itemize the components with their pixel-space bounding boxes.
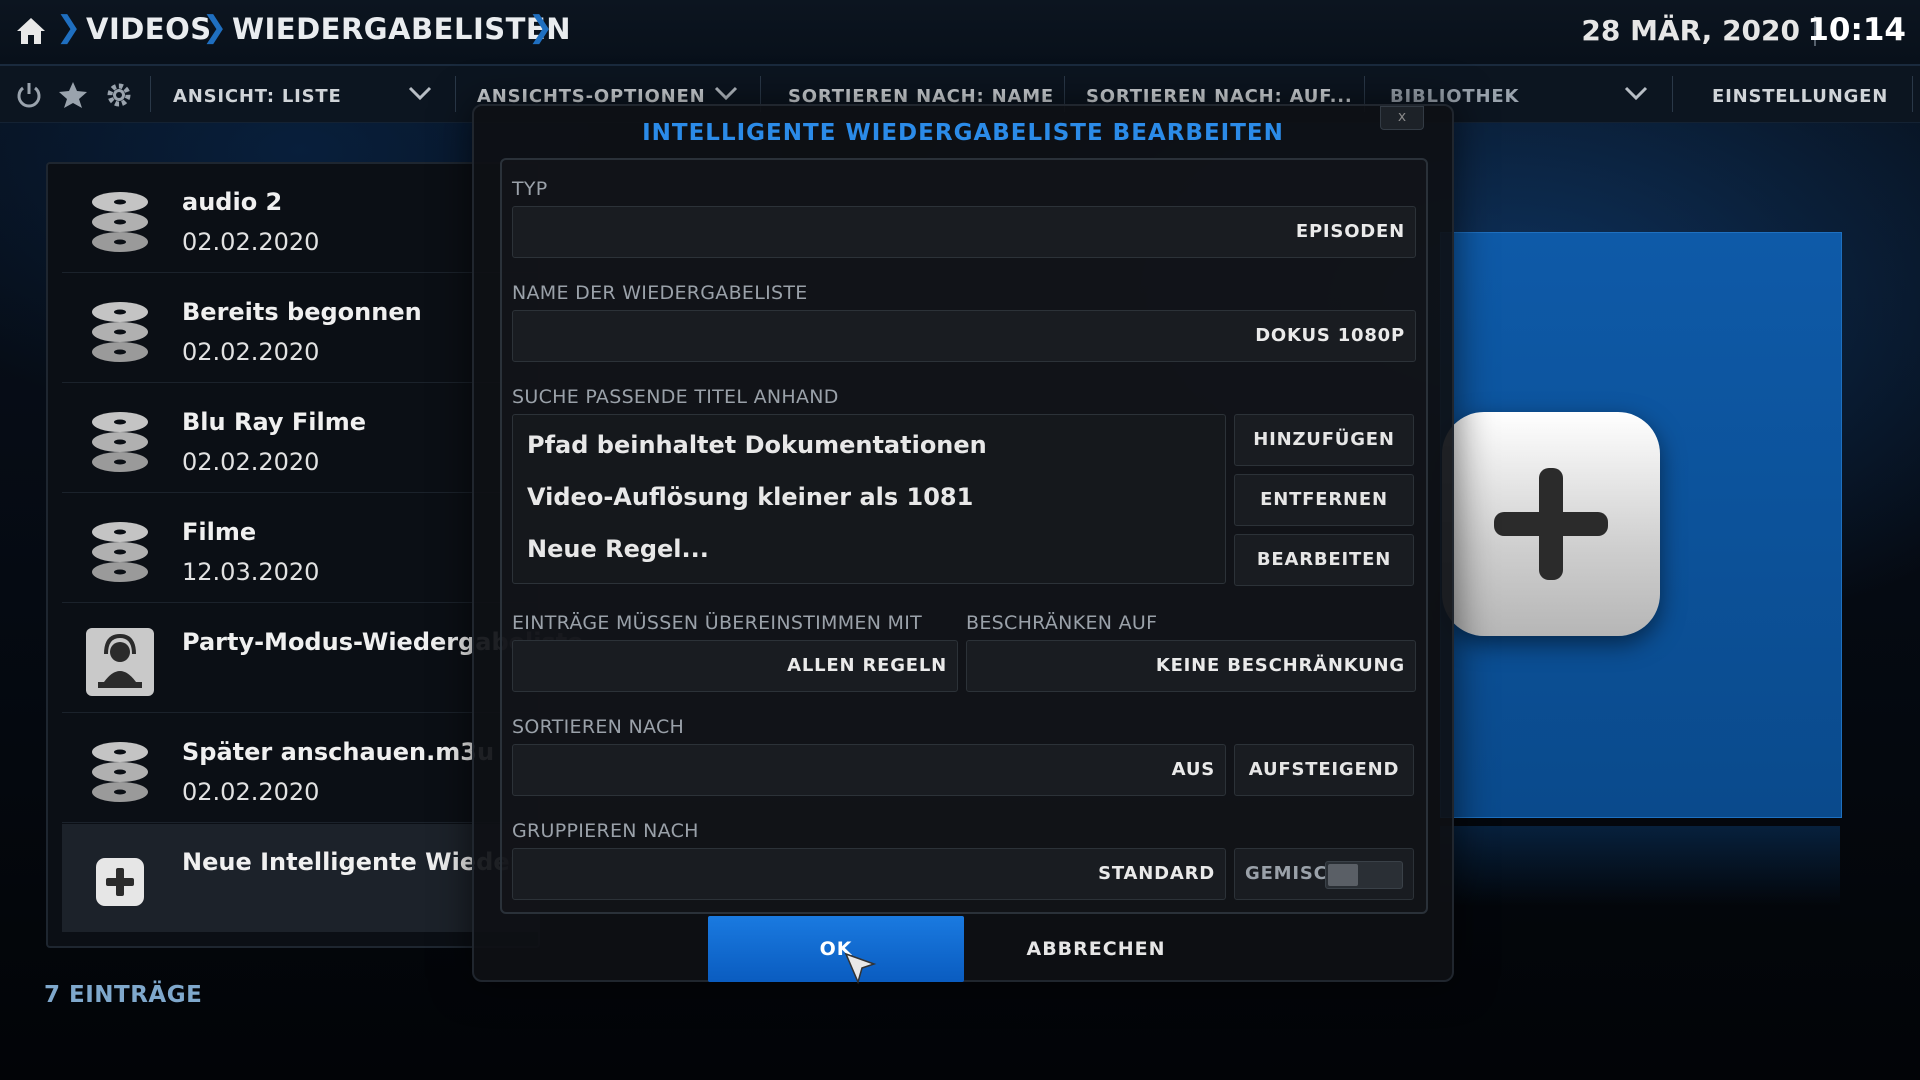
party-dj-icon — [86, 628, 154, 696]
limit-label: BESCHRÄNKEN AUF — [966, 612, 1158, 634]
list-item[interactable]: audio 2 02.02.2020 — [62, 164, 538, 273]
preview-reflection — [1440, 826, 1840, 906]
view-mode-button[interactable]: ANSICHT: LISTE — [173, 86, 342, 107]
toggle-switch[interactable] — [1325, 861, 1403, 889]
toolbar-divider — [455, 76, 456, 112]
add-rule-button[interactable]: HINZUFÜGEN — [1234, 414, 1414, 466]
disc-stack-icon — [92, 522, 148, 582]
top-header: ❯ VIDEOS ❯ WIEDERGABELISTEN ❯ 28 MÄR, 20… — [0, 0, 1920, 66]
dialog-title: INTELLIGENTE WIEDERGABELISTE BEARBEITEN — [642, 120, 1284, 146]
match-select[interactable]: ALLEN REGELN — [512, 640, 958, 692]
new-rule-item[interactable]: Neue Regel... — [527, 535, 709, 563]
playlist-list: audio 2 02.02.2020 Bereits begonnen 02.0… — [46, 162, 674, 948]
list-item-date: 02.02.2020 — [182, 338, 320, 366]
clock: 10:14 — [1807, 12, 1906, 48]
list-item-title: Später anschauen.m3u — [182, 738, 495, 766]
limit-select[interactable]: KEINE BESCHRÄNKUNG — [966, 640, 1416, 692]
rules-list: Pfad beinhaltet Dokumentationen Video-Au… — [512, 414, 1226, 584]
star-icon[interactable] — [58, 80, 88, 110]
list-item-title: audio 2 — [182, 188, 283, 216]
sort-select[interactable]: AUS — [512, 744, 1226, 796]
home-icon[interactable] — [14, 14, 48, 48]
list-item[interactable]: Später anschauen.m3u 02.02.2020 — [62, 714, 538, 823]
rule-item[interactable]: Pfad beinhaltet Dokumentationen — [527, 431, 987, 459]
breadcrumb-chevron-icon: ❯ — [56, 10, 82, 45]
item-count: 7 EINTRÄGE — [44, 982, 203, 1008]
toggle-knob — [1328, 864, 1358, 886]
smart-playlist-editor-dialog: x INTELLIGENTE WIEDERGABELISTE BEARBEITE… — [472, 104, 1454, 982]
add-playlist-thumbnail — [1442, 412, 1660, 636]
list-item-date: 02.02.2020 — [182, 228, 320, 256]
disc-stack-icon — [92, 412, 148, 472]
name-field[interactable]: DOKUS 1080P — [512, 310, 1416, 362]
group-select[interactable]: STANDARD — [512, 848, 1226, 900]
breadcrumb-chevron-icon: ❯ — [528, 10, 554, 45]
match-value: ALLEN REGELN — [787, 655, 947, 676]
list-item[interactable]: Blu Ray Filme 02.02.2020 — [62, 384, 538, 493]
mouse-cursor-icon — [844, 952, 877, 985]
list-item-date: 12.03.2020 — [182, 558, 320, 586]
remove-rule-button[interactable]: ENTFERNEN — [1234, 474, 1414, 526]
sort-direction-button[interactable]: AUFSTEIGEND — [1234, 744, 1414, 796]
toolbar-divider — [1672, 76, 1673, 112]
list-item-title: Bereits begonnen — [182, 298, 422, 326]
mixed-toggle[interactable]: GEMISCHT — [1234, 848, 1414, 900]
sort-label: SORTIEREN NACH — [512, 716, 685, 738]
chevron-down-icon[interactable] — [408, 84, 432, 102]
toolbar-divider — [150, 76, 151, 112]
list-item-title: Blu Ray Filme — [182, 408, 367, 436]
date-display: 28 MÄR, 2020 — [1581, 14, 1800, 47]
name-label: NAME DER WIEDERGABELISTE — [512, 282, 808, 304]
plus-icon — [1494, 468, 1608, 580]
rules-label: SUCHE PASSENDE TITEL ANHAND — [512, 386, 839, 408]
type-value: EPISODEN — [1295, 221, 1405, 242]
toolbar-divider — [1912, 76, 1913, 112]
breadcrumb-playlists[interactable]: WIEDERGABELISTEN — [232, 12, 571, 46]
type-select[interactable]: EPISODEN — [512, 206, 1416, 258]
disc-stack-icon — [92, 742, 148, 802]
type-label: TYP — [512, 178, 548, 200]
disc-stack-icon — [92, 302, 148, 362]
list-item-date: 02.02.2020 — [182, 448, 320, 476]
chevron-down-icon[interactable] — [1624, 84, 1648, 102]
list-item-title: Filme — [182, 518, 257, 546]
list-item[interactable]: Filme 12.03.2020 — [62, 494, 538, 603]
breadcrumb-chevron-icon: ❯ — [202, 10, 228, 45]
chevron-down-icon[interactable] — [714, 84, 738, 102]
list-item-date: 02.02.2020 — [182, 778, 320, 806]
dialog-content: TYP EPISODEN NAME DER WIEDERGABELISTE DO… — [500, 158, 1428, 914]
gear-icon[interactable] — [104, 80, 134, 110]
edit-rule-button[interactable]: BEARBEITEN — [1234, 534, 1414, 586]
group-label: GRUPPIEREN NACH — [512, 820, 699, 842]
name-value: DOKUS 1080P — [1255, 325, 1405, 346]
sort-value: AUS — [1171, 759, 1215, 780]
cancel-button[interactable]: ABBRECHEN — [968, 916, 1224, 982]
limit-value: KEINE BESCHRÄNKUNG — [1155, 655, 1405, 676]
group-value: STANDARD — [1098, 863, 1215, 884]
match-label: EINTRÄGE MÜSSEN ÜBEREINSTIMMEN MIT — [512, 612, 923, 634]
rule-item[interactable]: Video-Auflösung kleiner als 1081 — [527, 483, 973, 511]
breadcrumb-videos[interactable]: VIDEOS — [86, 12, 212, 46]
list-item[interactable]: Party-Modus-Wiedergabeliste — [62, 604, 583, 713]
settings-button[interactable]: EINSTELLUNGEN — [1712, 86, 1888, 107]
ok-button[interactable]: OK — [708, 916, 964, 982]
power-icon[interactable] — [14, 80, 44, 110]
list-item[interactable]: Bereits begonnen 02.02.2020 — [62, 274, 538, 383]
add-icon — [96, 858, 144, 906]
list-item-new-smart-playlist[interactable]: Neue Intelligente Wiedergabeliste... — [62, 824, 674, 932]
disc-stack-icon — [92, 192, 148, 252]
